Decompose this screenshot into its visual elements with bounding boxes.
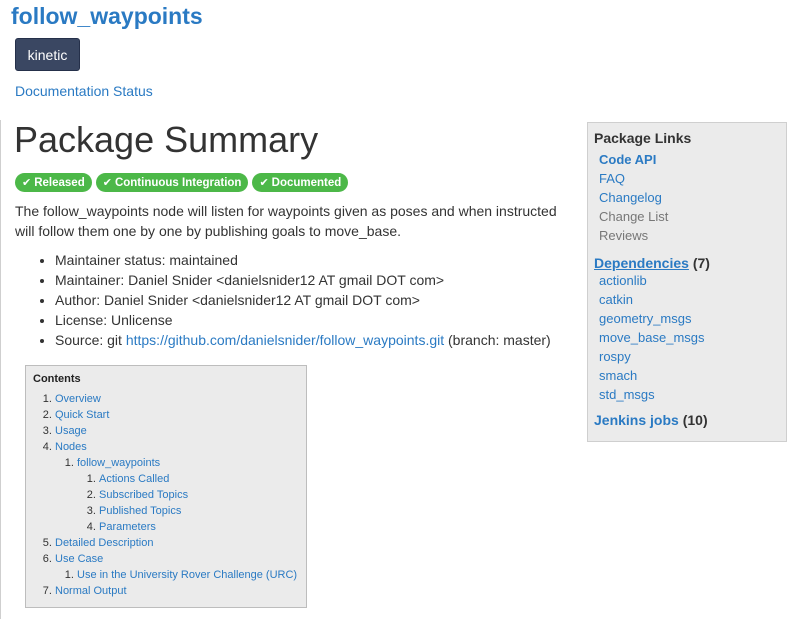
faq-link[interactable]: FAQ <box>599 171 625 186</box>
dependencies-heading: Dependencies (7) <box>594 255 780 271</box>
maintainer: Maintainer: Daniel Snider <danielsnider1… <box>55 270 551 290</box>
package-links-sidebar: Package Links Code API FAQ Changelog Cha… <box>587 122 787 442</box>
contents-title: Contents <box>33 373 81 385</box>
toc-link-use-case[interactable]: Use Case <box>55 553 103 565</box>
toc-link-follow-waypoints[interactable]: follow_waypoints <box>77 457 160 469</box>
check-icon: ✔ <box>22 177 32 189</box>
status-badges: ✔ Released ✔ Continuous Integration ✔ Do… <box>15 173 349 192</box>
documented-badge: ✔ Documented <box>252 173 349 192</box>
toc-link-urc[interactable]: Use in the University Rover Challenge (U… <box>77 569 297 581</box>
badge-label: Documented <box>271 176 342 189</box>
reviews-item: Reviews <box>599 228 649 243</box>
change-list-item: Change List <box>599 209 669 224</box>
package-title: follow_waypoints <box>11 3 203 29</box>
toc-link-parameters[interactable]: Parameters <box>99 521 156 533</box>
changelog-link[interactable]: Changelog <box>599 190 662 205</box>
source-url-link[interactable]: https://github.com/danielsnider/follow_w… <box>126 332 444 348</box>
jenkins-jobs-count: (10) <box>682 412 708 428</box>
toc-link-detailed-description[interactable]: Detailed Description <box>55 537 153 549</box>
toc-link-overview[interactable]: Overview <box>55 393 101 405</box>
dependency-geometry-msgs[interactable]: geometry_msgs <box>599 311 691 326</box>
package-description: The follow_waypoints node will listen fo… <box>15 203 557 239</box>
continuous-integration-badge: ✔ Continuous Integration <box>95 173 249 192</box>
dependency-smach[interactable]: smach <box>599 368 637 383</box>
license: License: Unlicense <box>55 310 551 330</box>
package-links-title: Package Links <box>594 130 692 146</box>
toc-link-actions-called[interactable]: Actions Called <box>99 473 169 485</box>
maintainer-status: Maintainer status: maintained <box>55 250 551 270</box>
jenkins-jobs-link[interactable]: Jenkins jobs <box>594 412 679 428</box>
source: Source: git https://github.com/danielsni… <box>55 330 551 350</box>
toc-link-usage[interactable]: Usage <box>55 425 87 437</box>
page-left-border <box>0 120 1 619</box>
package-metadata-list: Maintainer status: maintained Maintainer… <box>0 250 551 350</box>
toc-link-nodes[interactable]: Nodes <box>55 441 87 453</box>
jenkins-jobs-heading: Jenkins jobs (10) <box>594 412 780 428</box>
check-icon: ✔ <box>259 177 269 189</box>
toc-link-subscribed-topics[interactable]: Subscribed Topics <box>99 489 188 501</box>
table-of-contents: Contents Overview Quick Start Usage Node… <box>25 365 307 608</box>
badge-label: Continuous Integration <box>114 176 242 189</box>
code-api-link[interactable]: Code API <box>599 152 656 167</box>
author: Author: Daniel Snider <danielsnider12 AT… <box>55 290 551 310</box>
badge-label: Released <box>34 176 85 189</box>
dependency-rospy[interactable]: rospy <box>599 349 631 364</box>
dependencies-link[interactable]: Dependencies <box>594 255 689 271</box>
distro-button-kinetic[interactable]: kinetic <box>15 38 80 71</box>
package-summary-heading: Package Summary <box>14 119 319 160</box>
documentation-status-link[interactable]: Documentation Status <box>15 83 153 99</box>
toc-link-published-topics[interactable]: Published Topics <box>99 505 181 517</box>
toc-link-normal-output[interactable]: Normal Output <box>55 585 127 597</box>
dependency-actionlib[interactable]: actionlib <box>599 273 647 288</box>
dependency-std-msgs[interactable]: std_msgs <box>599 387 655 402</box>
dependency-move-base-msgs[interactable]: move_base_msgs <box>599 330 705 345</box>
source-prefix: Source: git <box>55 332 126 348</box>
dependencies-count: (7) <box>692 255 710 271</box>
toc-link-quick-start[interactable]: Quick Start <box>55 409 109 421</box>
dependency-catkin[interactable]: catkin <box>599 292 633 307</box>
source-branch: (branch: master) <box>444 332 551 348</box>
check-icon: ✔ <box>102 177 112 189</box>
released-badge: ✔ Released <box>15 173 92 192</box>
